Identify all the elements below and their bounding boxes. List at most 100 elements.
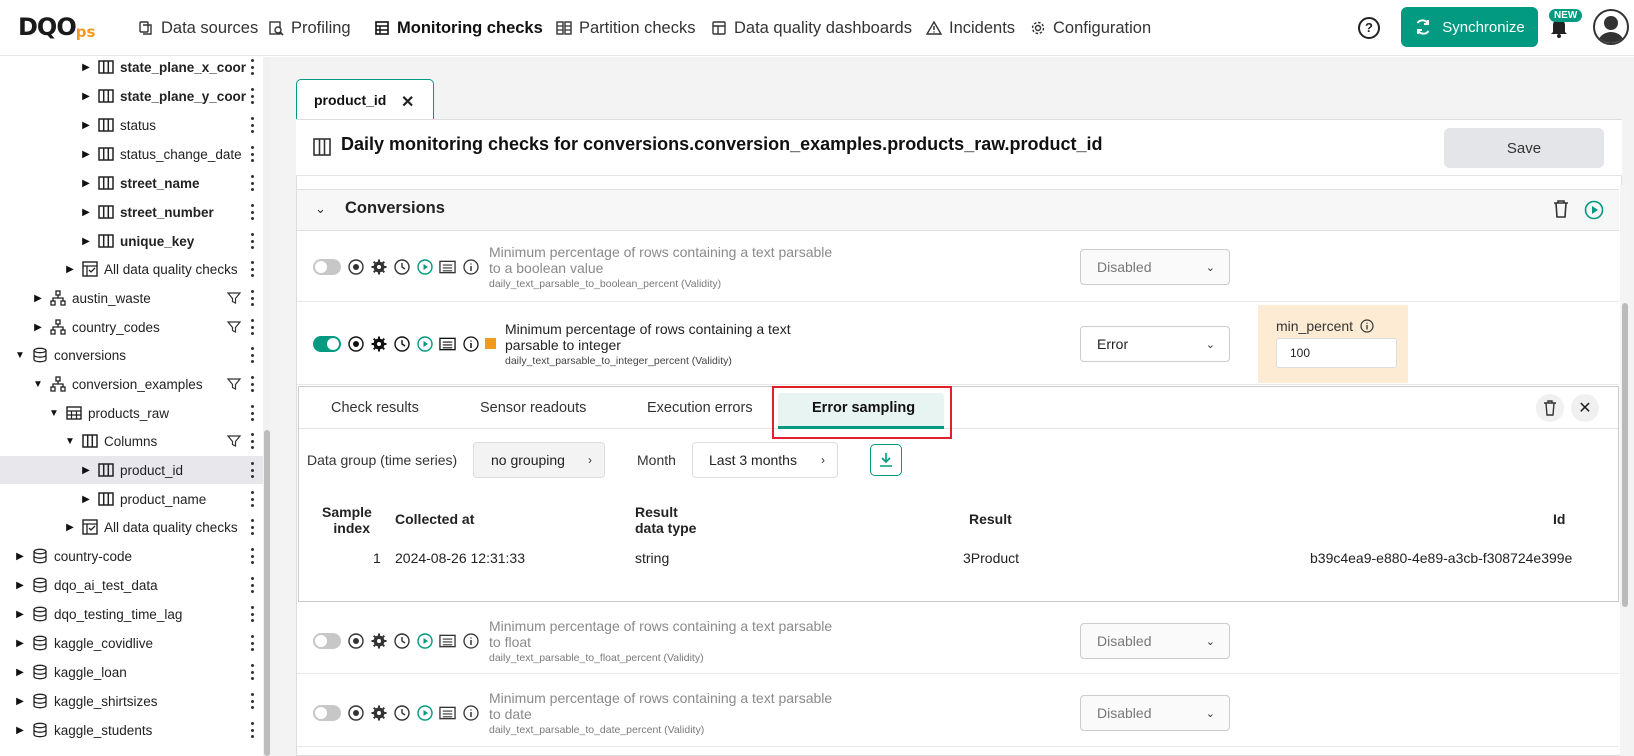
- delete-results-button[interactable]: [1536, 394, 1564, 422]
- more-options-icon[interactable]: [250, 319, 254, 335]
- caret-right-icon[interactable]: ▶: [80, 90, 92, 102]
- caret-right-icon[interactable]: ▶: [80, 464, 92, 476]
- caret-down-icon[interactable]: ▼: [48, 407, 60, 419]
- data-group-select[interactable]: no grouping ›: [473, 442, 605, 478]
- caret-right-icon[interactable]: ▶: [32, 292, 44, 304]
- settings-icon[interactable]: [370, 704, 387, 721]
- run-icon[interactable]: [1584, 200, 1604, 220]
- severity-select[interactable]: Error ⌄: [1080, 326, 1230, 362]
- tree-item[interactable]: ▶ unique_key: [0, 227, 263, 255]
- tab-check-results[interactable]: Check results: [331, 400, 419, 416]
- more-options-icon[interactable]: [250, 491, 254, 507]
- tree-item[interactable]: ▶ state_plane_x_coord: [0, 57, 263, 81]
- run-check-icon[interactable]: [416, 258, 433, 275]
- caret-right-icon[interactable]: ▶: [80, 235, 92, 247]
- tree-item[interactable]: ▶ kaggle_loan: [0, 658, 263, 686]
- caret-right-icon[interactable]: ▶: [80, 148, 92, 160]
- close-tab-icon[interactable]: ✕: [401, 92, 414, 112]
- check-group-header[interactable]: [297, 189, 1619, 231]
- more-options-icon[interactable]: [250, 376, 254, 392]
- filter-icon[interactable]: [227, 320, 241, 334]
- more-options-icon[interactable]: [250, 693, 254, 709]
- avatar[interactable]: [1593, 9, 1629, 45]
- caret-right-icon[interactable]: ▶: [64, 521, 76, 533]
- caret-down-icon[interactable]: ▼: [14, 349, 26, 361]
- clock-icon[interactable]: [393, 335, 410, 352]
- settings-icon[interactable]: [370, 258, 387, 275]
- caret-right-icon[interactable]: ▶: [80, 177, 92, 189]
- caret-right-icon[interactable]: ▶: [80, 206, 92, 218]
- severity-select[interactable]: Disabled ⌄: [1080, 249, 1230, 285]
- tree-item[interactable]: ▶ status: [0, 111, 263, 139]
- caret-right-icon[interactable]: ▶: [80, 61, 92, 73]
- clock-icon[interactable]: [393, 704, 410, 721]
- tree-item[interactable]: ▶ kaggle_covidlive: [0, 629, 263, 657]
- tree-item[interactable]: ▼ conversion_examples: [0, 370, 263, 398]
- clock-icon[interactable]: [393, 258, 410, 275]
- more-options-icon[interactable]: [250, 117, 254, 133]
- filter-icon[interactable]: [227, 377, 241, 391]
- tree-item[interactable]: ▶ kaggle_students: [0, 716, 263, 744]
- record-icon[interactable]: [347, 704, 364, 721]
- tree-item[interactable]: ▶ austin_waste: [0, 284, 263, 312]
- tree-item[interactable]: ▶ kaggle_shirtsizes: [0, 687, 263, 715]
- more-options-icon[interactable]: [250, 722, 254, 738]
- list-icon[interactable]: [439, 704, 456, 721]
- caret-right-icon[interactable]: ▶: [14, 695, 26, 707]
- info-icon[interactable]: [462, 704, 479, 721]
- caret-right-icon[interactable]: ▶: [32, 321, 44, 333]
- dqops-logo[interactable]: DQOps: [18, 12, 118, 42]
- more-options-icon[interactable]: [250, 405, 254, 421]
- month-select[interactable]: Last 3 months ›: [692, 442, 838, 478]
- close-results-button[interactable]: ✕: [1571, 394, 1599, 422]
- tree-item[interactable]: ▶ dqo_testing_time_lag: [0, 600, 263, 628]
- tree-item[interactable]: ▶ state_plane_y_coord: [0, 82, 263, 110]
- caret-down-icon[interactable]: ▼: [32, 378, 44, 390]
- more-options-icon[interactable]: [250, 548, 254, 564]
- more-options-icon[interactable]: [250, 146, 254, 162]
- run-check-icon[interactable]: [416, 704, 433, 721]
- nav-data-quality-dashboards[interactable]: Data quality dashboards: [711, 14, 912, 42]
- tab-product-id[interactable]: product_id ✕: [296, 79, 434, 119]
- settings-icon[interactable]: [370, 335, 387, 352]
- tree-item[interactable]: ▶ status_change_date: [0, 140, 263, 168]
- tree-item[interactable]: ▶ product_id: [0, 456, 263, 484]
- list-icon[interactable]: [439, 632, 456, 649]
- more-options-icon[interactable]: [250, 175, 254, 191]
- severity-select[interactable]: Disabled ⌄: [1080, 695, 1230, 731]
- more-options-icon[interactable]: [250, 519, 254, 535]
- info-icon[interactable]: [462, 258, 479, 275]
- more-options-icon[interactable]: [250, 347, 254, 363]
- settings-icon[interactable]: [370, 632, 387, 649]
- tree-item[interactable]: ▶ product_name: [0, 485, 263, 513]
- caret-right-icon[interactable]: ▶: [14, 579, 26, 591]
- tree-item[interactable]: ▶ country_codes: [0, 313, 263, 341]
- list-icon[interactable]: [439, 335, 456, 352]
- filter-icon[interactable]: [227, 291, 241, 305]
- tree-item[interactable]: ▶ All data quality checks: [0, 513, 263, 541]
- more-options-icon[interactable]: [250, 290, 254, 306]
- tree-item[interactable]: ▶ street_name: [0, 169, 263, 197]
- more-options-icon[interactable]: [250, 204, 254, 220]
- severity-select[interactable]: Disabled ⌄: [1080, 623, 1230, 659]
- more-options-icon[interactable]: [250, 462, 254, 478]
- nav-configuration[interactable]: Configuration: [1030, 14, 1151, 42]
- info-icon[interactable]: [462, 335, 479, 352]
- info-icon[interactable]: [1360, 319, 1374, 333]
- more-options-icon[interactable]: [250, 635, 254, 651]
- run-check-icon[interactable]: [416, 632, 433, 649]
- nav-data-sources[interactable]: Data sources: [138, 14, 258, 42]
- more-options-icon[interactable]: [250, 233, 254, 249]
- caret-right-icon[interactable]: ▶: [14, 666, 26, 678]
- caret-right-icon[interactable]: ▶: [14, 550, 26, 562]
- trash-icon[interactable]: [1552, 199, 1570, 219]
- caret-down-icon[interactable]: ▼: [64, 435, 76, 447]
- more-options-icon[interactable]: [250, 261, 254, 277]
- main-scrollbar[interactable]: [1620, 185, 1630, 756]
- tree-item[interactable]: ▼ conversions: [0, 341, 263, 369]
- more-options-icon[interactable]: [250, 59, 254, 75]
- record-icon[interactable]: [347, 258, 364, 275]
- tree-item[interactable]: ▼ Columns: [0, 427, 263, 455]
- synchronize-button[interactable]: Synchronize: [1401, 7, 1538, 47]
- record-icon[interactable]: [347, 632, 364, 649]
